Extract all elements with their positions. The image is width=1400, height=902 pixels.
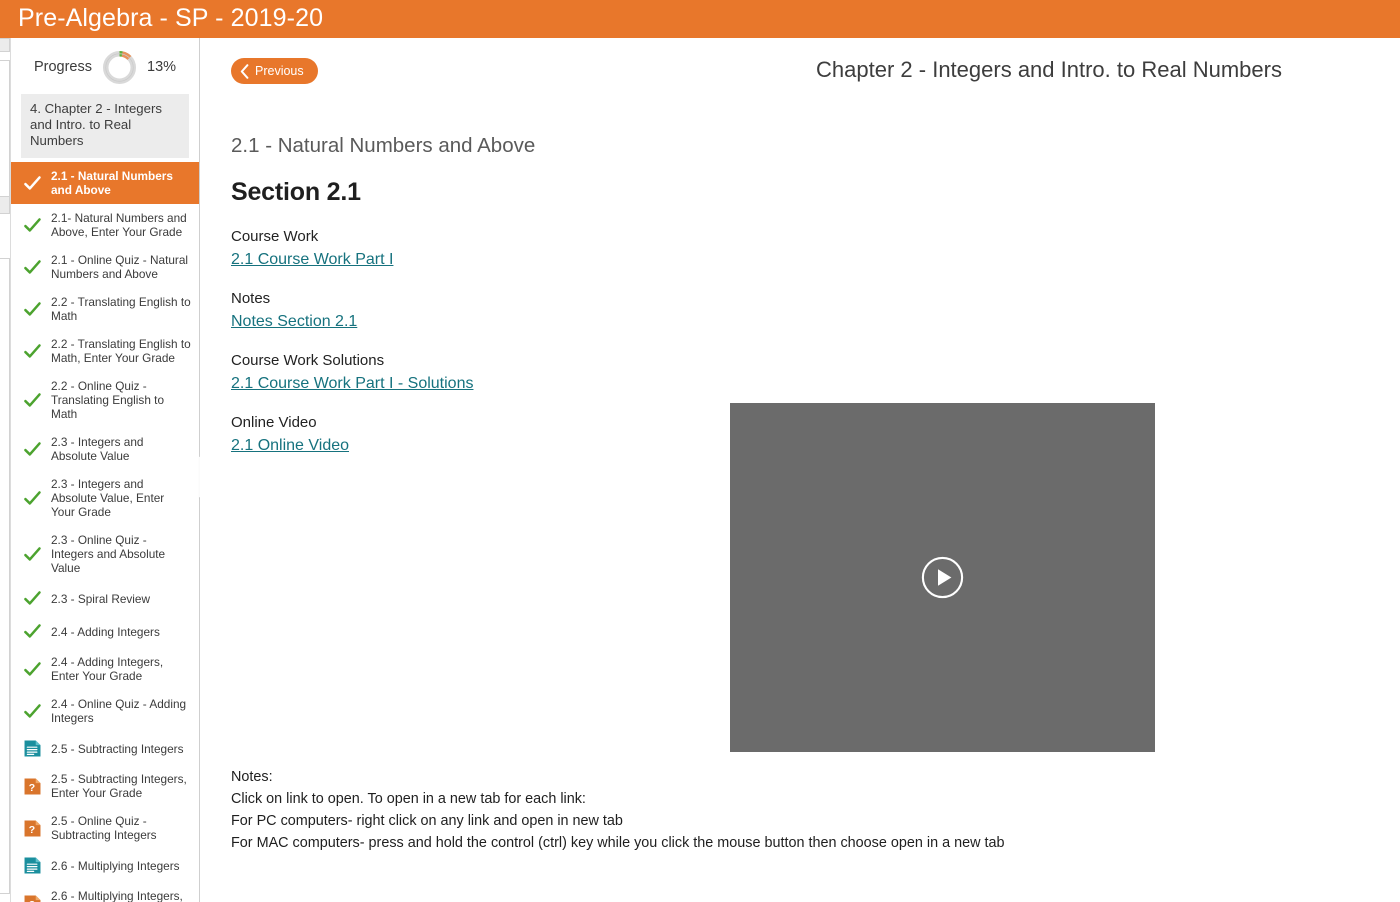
resource-link[interactable]: Notes Section 2.1 <box>231 310 357 334</box>
sidebar-item-lesson[interactable]: ? 2.6 - Multiplying Integers, Enter Your … <box>11 882 199 902</box>
sidebar-item-lesson[interactable]: 2.6 - Multiplying Integers <box>11 849 199 882</box>
sidebar-item-label: 2.6 - Multiplying Integers <box>51 858 180 873</box>
check-icon <box>24 343 41 358</box>
question-icon: ? <box>24 820 41 836</box>
resource-link[interactable]: 2.1 Course Work Part I - Solutions <box>231 372 473 396</box>
sidebar-item-label: 2.3 - Integers and Absolute Value <box>51 435 144 463</box>
sidebar-item-lesson[interactable]: 2.3 - Integers and Absolute Value, Enter… <box>11 470 199 526</box>
check-icon <box>24 591 41 605</box>
document-icon <box>24 740 41 757</box>
sidebar-item-lesson[interactable]: 2.1 - Online Quiz - Natural Numbers and … <box>11 246 199 288</box>
check-icon <box>24 259 41 274</box>
sidebar-item-lesson[interactable]: 2.1 - Natural Numbers and Above <box>11 162 199 204</box>
sidebar-item-lesson[interactable]: ? 2.5 - Subtracting Integers, Enter Your … <box>11 765 199 807</box>
sidebar-item-label: 2.3 - Online Quiz - Integers and Absolut… <box>51 533 166 575</box>
resource-group-label: Course Work <box>231 228 319 245</box>
sidebar-item-label: 2.5 - Subtracting Integers, Enter Your G… <box>51 772 187 800</box>
lesson-title: 2.1 - Natural Numbers and Above <box>231 134 536 157</box>
course-title: Pre-Algebra - SP - 2019-20 <box>18 4 324 32</box>
check-icon <box>24 624 41 638</box>
question-icon: ? <box>24 895 41 902</box>
sidebar-item-label: 2.1 - Natural Numbers and Above <box>51 169 173 197</box>
sidebar-item-lesson[interactable]: 2.3 - Integers and Absolute Value <box>11 428 199 470</box>
previous-button-label: Previous <box>255 64 304 78</box>
note-line: Click on link to open. To open in a new … <box>231 791 586 807</box>
app-header: Pre-Algebra - SP - 2019-20 <box>0 0 1400 38</box>
question-icon: ? <box>24 778 41 794</box>
check-icon <box>24 301 41 316</box>
sidebar-item-lesson[interactable]: 2.5 - Subtracting Integers <box>11 732 199 765</box>
sidebar-item-lesson[interactable]: 2.4 - Online Quiz - Adding Integers <box>11 690 199 732</box>
sidebar-item-lesson[interactable]: 2.3 - Spiral Review <box>11 582 199 615</box>
sidebar-item-label: 2.6 - Multiplying Integers, Enter Your G… <box>51 889 183 902</box>
previous-button[interactable]: Previous <box>231 58 318 84</box>
sidebar-item-label: 2.1- Natural Numbers and Above, Enter Yo… <box>51 211 187 239</box>
progress-indicator: Progress 13% <box>11 38 199 94</box>
check-icon <box>24 703 41 718</box>
sidebar-item-lesson[interactable]: 2.4 - Adding Integers, Enter Your Grade <box>11 648 199 690</box>
check-icon <box>24 661 41 676</box>
usage-notes: Notes: Click on link to open. To open in … <box>231 766 1004 854</box>
sidebar-item-lesson[interactable]: ? 2.5 - Online Quiz - Subtracting Integer… <box>11 807 199 849</box>
sidebar-item-lesson[interactable]: 2.1- Natural Numbers and Above, Enter Yo… <box>11 204 199 246</box>
content-area: Chapter 2 - Integers and Intro. to Real … <box>200 38 1400 902</box>
chevron-left-icon <box>240 63 249 79</box>
progress-label: Progress <box>33 59 92 75</box>
sidebar-item-label: 2.4 - Adding Integers, Enter Your Grade <box>51 655 164 683</box>
sidebar-item-label: 2.4 - Adding Integers <box>51 624 160 639</box>
background-window-fragment <box>0 196 10 214</box>
play-button-icon <box>921 556 964 599</box>
note-line: For PC computers- right click on any lin… <box>231 813 623 829</box>
resource-group-label: Course Work Solutions <box>231 352 385 369</box>
check-icon <box>24 217 41 232</box>
check-icon <box>24 490 41 505</box>
video-player[interactable] <box>730 403 1155 752</box>
progress-percent: 13% <box>147 59 177 75</box>
background-window-fragment <box>0 60 10 200</box>
progress-donut-icon <box>103 50 136 84</box>
svg-text:?: ? <box>29 824 35 835</box>
resource-link[interactable]: 2.1 Online Video <box>231 434 349 458</box>
sidebar-chapter-heading: 4. Chapter 2 - Integers and Intro. to Re… <box>21 94 189 158</box>
background-window-fragment <box>0 38 10 52</box>
sidebar-item-label: 2.2 - Online Quiz - Translating English … <box>51 379 165 421</box>
section-heading: Section 2.1 <box>231 178 361 206</box>
resource-group: Notes Notes Section 2.1 <box>231 288 1371 334</box>
sidebar-item-label: 2.1 - Online Quiz - Natural Numbers and … <box>51 253 189 281</box>
chapter-title: Chapter 2 - Integers and Intro. to Real … <box>816 57 1282 82</box>
sidebar-item-lesson[interactable]: 2.2 - Online Quiz - Translating English … <box>11 372 199 428</box>
sidebar-item-label: 2.2 - Translating English to Math, Enter… <box>51 337 191 365</box>
svg-text:?: ? <box>29 782 35 793</box>
sidebar-item-label: 2.3 - Spiral Review <box>51 591 151 606</box>
sidebar-item-label: 2.5 - Online Quiz - Subtracting Integers <box>51 814 157 842</box>
course-sidebar: Progress 13% 4. Chapter 2 - Integers and… <box>10 38 200 902</box>
background-window-fragment <box>0 258 10 894</box>
check-icon <box>24 392 41 407</box>
sidebar-item-label: 2.3 - Integers and Absolute Value, Enter… <box>51 477 165 519</box>
check-icon <box>24 441 41 456</box>
sidebar-item-label: 2.4 - Online Quiz - Adding Integers <box>51 697 187 725</box>
sidebar-item-lesson[interactable]: 2.2 - Translating English to Math, Enter… <box>11 330 199 372</box>
note-line: For MAC computers- press and hold the co… <box>231 835 1005 851</box>
resource-group: Course Work 2.1 Course Work Part I <box>231 226 1371 272</box>
resource-link[interactable]: 2.1 Course Work Part I <box>231 248 393 272</box>
course-page: Pre-Algebra - SP - 2019-20 Progress 13% … <box>0 0 1400 902</box>
sidebar-item-label: 2.2 - Translating English to Math <box>51 295 191 323</box>
note-line: Notes: <box>231 769 273 785</box>
check-icon <box>24 175 41 190</box>
check-icon <box>24 546 41 561</box>
sidebar-item-lesson[interactable]: 2.4 - Adding Integers <box>11 615 199 648</box>
document-icon <box>24 857 41 874</box>
sidebar-item-lesson[interactable]: 2.2 - Translating English to Math <box>11 288 199 330</box>
sidebar-item-lesson[interactable]: 2.3 - Online Quiz - Integers and Absolut… <box>11 526 199 582</box>
resource-group-label: Notes <box>231 290 271 307</box>
lesson-list: 2.1 - Natural Numbers and Above 2.1- Natu… <box>11 162 199 902</box>
sidebar-item-label: 2.5 - Subtracting Integers <box>51 741 184 756</box>
resource-group: Course Work Solutions 2.1 Course Work Par… <box>231 350 1371 396</box>
